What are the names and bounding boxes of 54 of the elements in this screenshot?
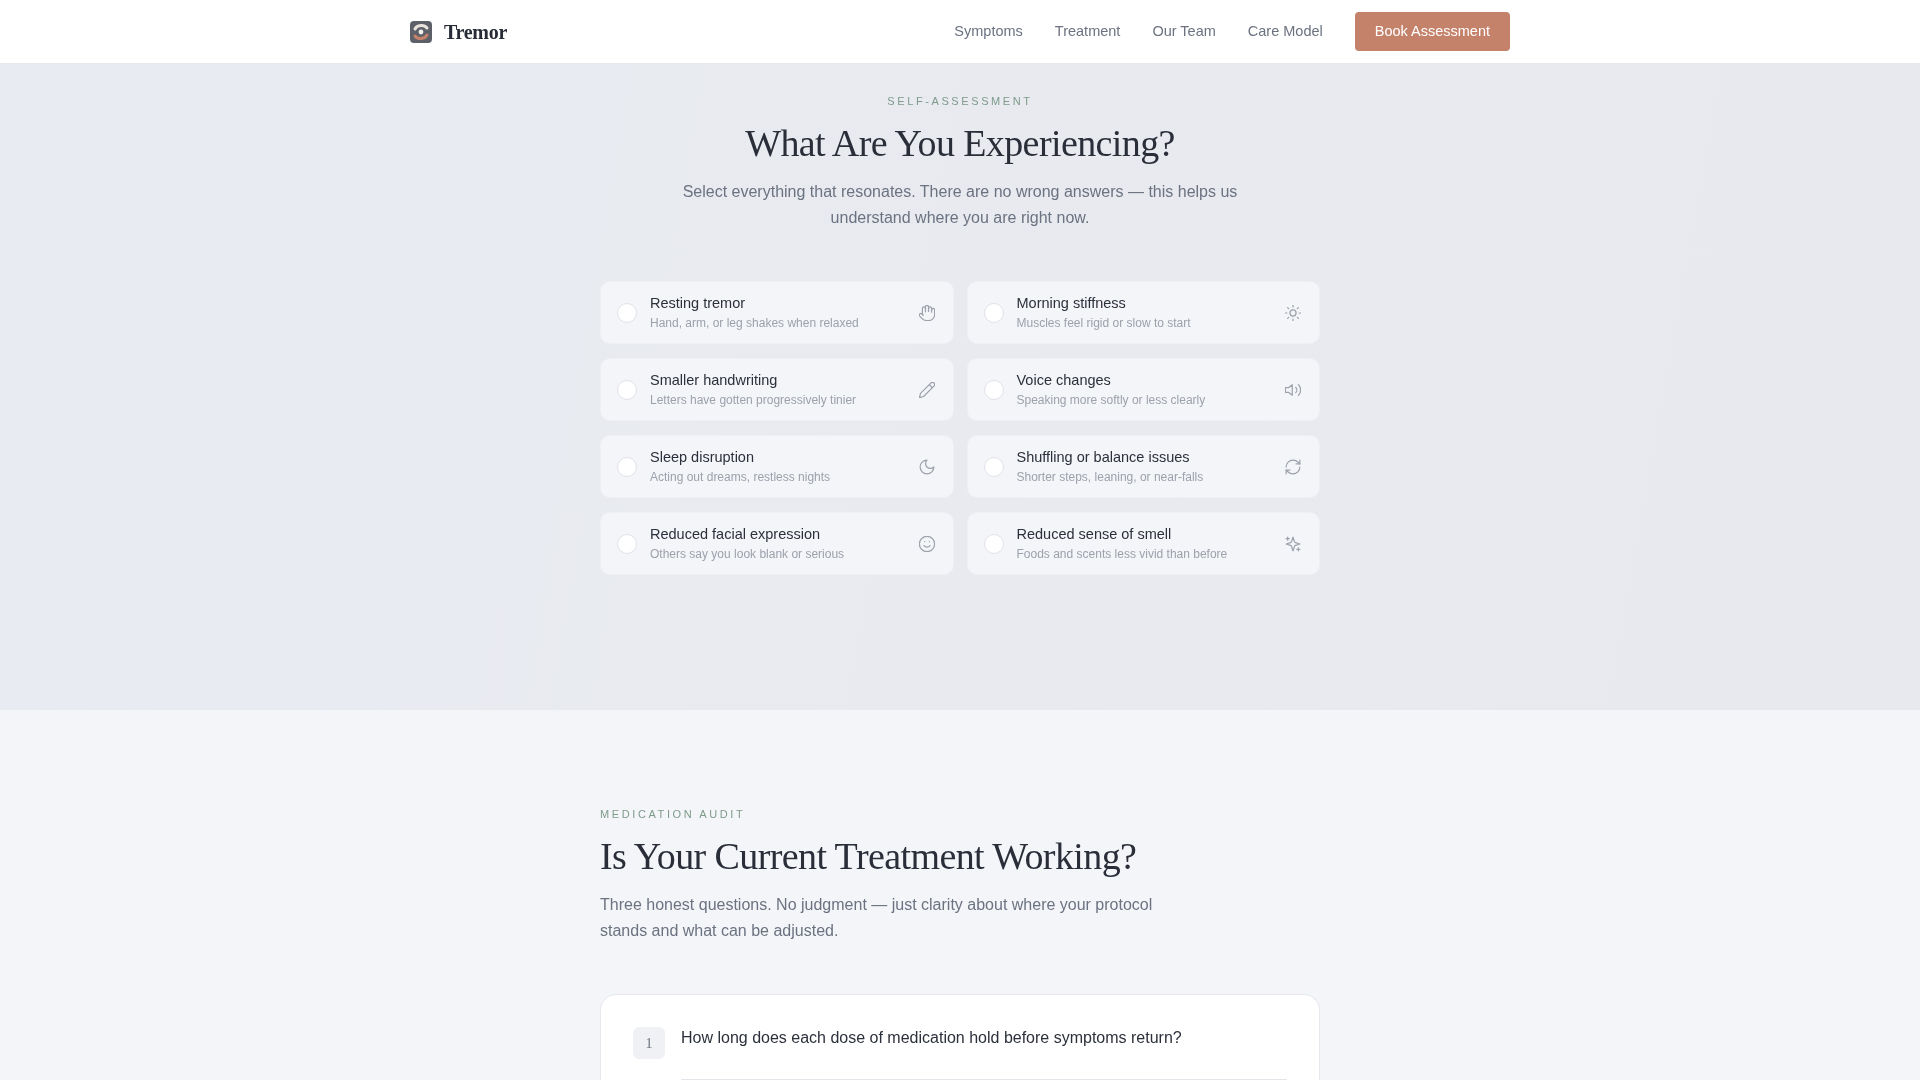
sparkles-icon — [1285, 535, 1301, 552]
symptom-description: Speaking more softly or less clearly — [1016, 392, 1206, 409]
symptom-title: Voice changes — [1016, 371, 1112, 390]
pencil-icon — [918, 381, 935, 398]
symptom-title: Sleep disruption — [650, 448, 755, 467]
section-heading: Is Your Current Treatment Working? — [600, 834, 1138, 879]
hand-icon — [918, 304, 935, 321]
symptom-description: Shorter steps, leaning, or near-falls — [1016, 469, 1204, 486]
question-number: 1 — [633, 1027, 665, 1059]
symptom-description: Foods and scents less vivid than before — [1016, 546, 1228, 563]
symptom-card[interactable]: Sleep disruption Acting out dreams, restless nights — [600, 435, 954, 498]
radio-button[interactable] — [617, 533, 637, 554]
brand-name[interactable]: Tremor — [444, 16, 507, 47]
section-heading: What Are You Experiencing? — [744, 121, 1176, 166]
radio-button[interactable] — [617, 456, 637, 477]
symptom-description: Hand, arm, or leg shakes when relaxed — [650, 315, 859, 332]
refresh-icon — [1285, 458, 1301, 475]
symptom-title: Reduced facial expression — [650, 525, 822, 544]
symptom-description: Acting out dreams, restless nights — [650, 469, 831, 486]
question-text: How long does each dose of medication hold before symptoms return? — [681, 1028, 1182, 1048]
symptom-title: Smaller handwriting — [650, 371, 779, 390]
radio-button[interactable] — [983, 379, 1004, 400]
symptom-card[interactable]: Morning stiffness Muscles feel rigid or slow to start — [966, 281, 1320, 344]
nav-link[interactable]: Care Model — [1231, 20, 1339, 43]
symptom-card[interactable]: Smaller handwriting Letters have gotten progressively tinier — [600, 358, 954, 421]
nav-link[interactable]: Symptoms — [938, 20, 1039, 43]
radio-button[interactable] — [983, 302, 1004, 323]
nav-link[interactable]: Our Team — [1136, 20, 1232, 43]
radio-button[interactable] — [983, 456, 1004, 477]
symptom-title: Morning stiffness — [1016, 294, 1127, 313]
symptom-card[interactable]: Reduced sense of smell Foods and scents less vivid than before — [966, 512, 1320, 575]
speaker-icon — [1285, 381, 1301, 398]
symptom-title: Shuffling or balance issues — [1016, 448, 1191, 467]
section-intro: Select everything that resonates. There are no wrong answers — this helps us understand where you are right now. — [681, 182, 1239, 228]
nav-link[interactable]: Treatment — [1038, 20, 1137, 43]
section-eyebrow: MEDICATION AUDIT — [600, 807, 747, 822]
symptom-card[interactable]: Reduced facial expression Others say you look blank or serious — [600, 512, 954, 575]
symptom-card[interactable]: Voice changes Speaking more softly or less clearly — [966, 358, 1320, 421]
section-eyebrow: SELF-ASSESSMENT — [886, 94, 1034, 109]
smiley-icon — [918, 535, 935, 552]
symptom-description: Muscles feel rigid or slow to start — [1016, 315, 1191, 332]
radio-button[interactable] — [617, 302, 637, 323]
symptom-title: Resting tremor — [650, 294, 747, 313]
symptom-title: Reduced sense of smell — [1016, 525, 1173, 544]
section-intro: Three honest questions. No judgment — just clarity about where your protocol stands and what can be adjusted. — [600, 895, 1154, 941]
symptom-description: Others say you look blank or serious — [650, 546, 845, 563]
symptom-card[interactable]: Shuffling or balance issues Shorter steps, leaning, or near-falls — [966, 435, 1320, 498]
sun-icon — [1285, 304, 1301, 321]
symptom-description: Letters have gotten progressively tinier — [650, 392, 857, 409]
radio-button[interactable] — [617, 379, 637, 400]
symptom-card[interactable]: Resting tremor Hand, arm, or leg shakes when relaxed — [600, 281, 954, 344]
moon-icon — [918, 458, 935, 475]
radio-button[interactable] — [983, 533, 1004, 554]
logo-icon — [410, 20, 432, 43]
